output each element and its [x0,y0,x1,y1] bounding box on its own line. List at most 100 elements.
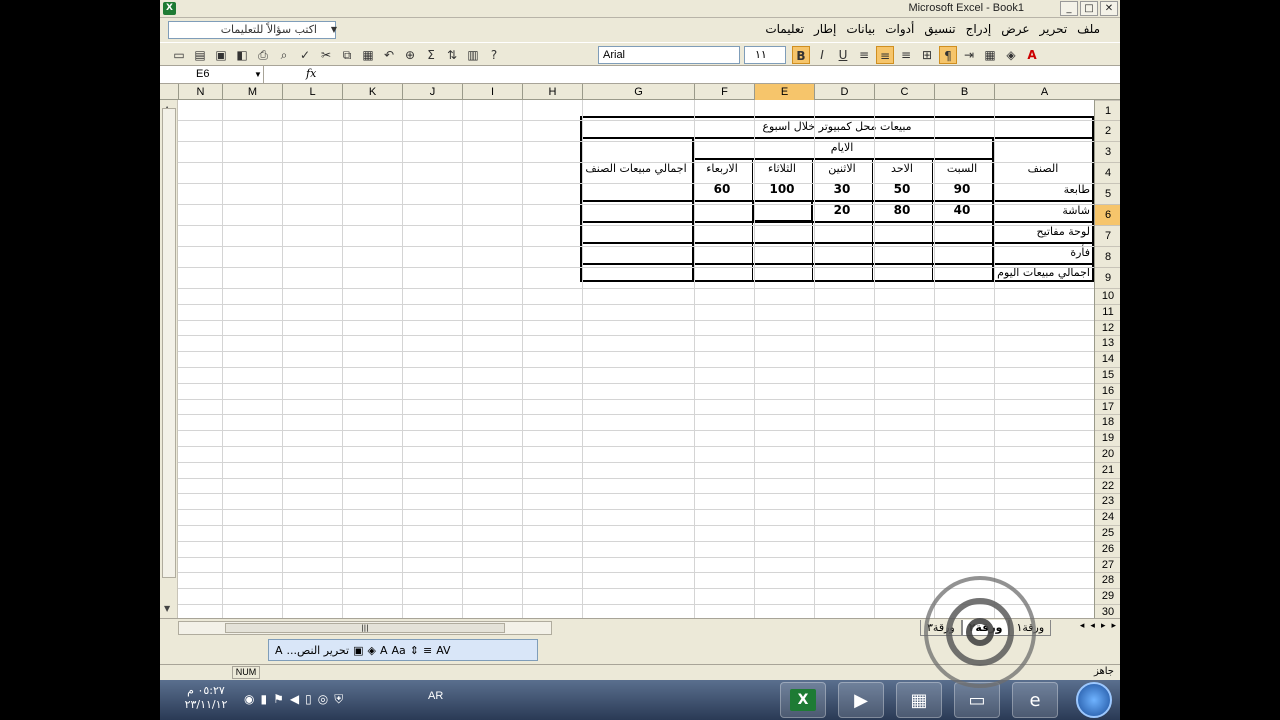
edit-text-button[interactable]: تحرير النص... [287,644,350,657]
column-header-l[interactable]: L [282,84,342,100]
tray-flag-icon[interactable]: ⚑ [273,692,284,707]
row-header-1[interactable]: 1 [1095,100,1120,120]
copy-icon[interactable]: ⧉ [338,46,356,64]
new-file-icon[interactable]: ▭ [170,46,188,64]
taskbar-video[interactable]: ▦ [896,682,942,718]
menu-format[interactable]: تنسيق [924,22,955,36]
row-header-21[interactable]: 21 [1095,461,1120,478]
sort-icon[interactable]: ⇅ [443,46,461,64]
permission-icon[interactable]: ◧ [233,46,251,64]
column-header-m[interactable]: M [222,84,282,100]
italic-button[interactable]: I [813,46,831,64]
row-header-15[interactable]: 15 [1095,367,1120,383]
language-indicator[interactable]: AR [428,690,443,702]
row-header-16[interactable]: 16 [1095,382,1120,399]
row-header-14[interactable]: 14 [1095,351,1120,367]
row-header-9[interactable]: 9 [1095,267,1120,288]
volume-icon[interactable]: ◀ [290,692,299,707]
column-header-d[interactable]: D [814,84,874,100]
row-header-28[interactable]: 28 [1095,572,1120,588]
row-header-20[interactable]: 20 [1095,446,1120,462]
bold-button[interactable]: B [792,46,810,64]
row-header-25[interactable]: 25 [1095,525,1120,541]
help-icon[interactable]: ? [485,46,503,64]
chevron-down-icon[interactable]: ▼ [254,66,262,83]
first-sheet-icon[interactable]: ◂ [1080,621,1085,631]
column-header-g[interactable]: G [582,84,694,100]
column-header-a[interactable]: A [994,84,1094,100]
last-sheet-icon[interactable]: ▸ [1111,621,1116,631]
menu-window[interactable]: إطار [814,22,836,36]
align-center-icon[interactable]: ≡ [876,46,894,64]
menu-file[interactable]: ملف [1077,22,1100,36]
alignment-icon[interactable]: ≡ [423,644,432,657]
align-left-icon[interactable]: ≡ [855,46,873,64]
row-header-2[interactable]: 2 [1095,120,1120,141]
vertical-text-icon[interactable]: ⇕ [410,644,419,657]
rtl-direction-icon[interactable]: ¶ [939,46,957,64]
close-button[interactable]: ✕ [1100,1,1118,16]
hyperlink-icon[interactable]: ⊕ [401,46,419,64]
row-header-30[interactable]: 30 [1095,604,1120,618]
column-header-k[interactable]: K [342,84,402,100]
taskbar-excel[interactable]: X [780,682,826,718]
row-header-12[interactable]: 12 [1095,319,1120,336]
scroll-thumb[interactable] [162,108,176,578]
row-header-24[interactable]: 24 [1095,509,1120,525]
row-header-18[interactable]: 18 [1095,414,1120,430]
column-header-h[interactable]: H [522,84,582,100]
worksheet-grid[interactable]: مبيعات محل كمبيوتر خلال اسبوع الايام الصنف… [178,100,1094,618]
row-header-23[interactable]: 23 [1095,493,1120,509]
column-header-n[interactable]: N [178,84,222,100]
tray-app-icon[interactable]: ◉ [244,692,254,707]
menu-insert[interactable]: إدراج [966,22,992,36]
insert-function-icon[interactable]: fx [306,67,316,80]
hscroll-thumb[interactable]: ||| [225,623,505,633]
horizontal-scrollbar[interactable]: ||| [178,621,552,635]
maximize-button[interactable]: □ [1080,1,1098,16]
minimize-button[interactable]: _ [1060,1,1078,16]
ask-question-box[interactable]: اكتب سؤالاً للتعليمات ▼ [168,21,337,39]
taskbar-clock[interactable]: ٠٥:٢٧ م ٢٣/١١/١٢ [182,684,230,712]
column-header-b[interactable]: B [934,84,994,100]
row-header-3[interactable]: 3 [1095,141,1120,162]
row-header-27[interactable]: 27 [1095,556,1120,573]
open-folder-icon[interactable]: ▤ [191,46,209,64]
print-preview-icon[interactable]: ⌕ [275,46,293,64]
same-height-icon[interactable]: Aa [392,644,406,657]
taskbar-ie[interactable]: e [1012,682,1058,718]
menu-help[interactable]: تعليمات [765,22,804,36]
tray-shield-icon[interactable]: ⛨ [334,692,343,707]
daily-total-label[interactable]: اجمالي مبيعات اليوم [992,263,1094,282]
row-header-17[interactable]: 17 [1095,398,1120,415]
next-sheet-icon[interactable]: ▸ [1101,621,1106,631]
undo-icon[interactable]: ↶ [380,46,398,64]
print-icon[interactable]: ⎙ [254,46,272,64]
power-icon[interactable]: ▯ [305,692,312,707]
char-spacing-icon[interactable]: AV [436,644,450,657]
column-header-f[interactable]: F [694,84,754,100]
row-header-8[interactable]: 8 [1095,246,1120,267]
vertical-scrollbar[interactable]: ▲ ▼ [160,84,178,618]
spelling-icon[interactable]: ✓ [296,46,314,64]
taskbar-media[interactable]: ▶ [838,682,884,718]
save-icon[interactable]: ▣ [212,46,230,64]
autosum-icon[interactable]: Σ [422,46,440,64]
merge-center-icon[interactable]: ⊞ [918,46,936,64]
menu-view[interactable]: عرض [1001,22,1029,36]
row-header-10[interactable]: 10 [1095,288,1120,304]
row-header-29[interactable]: 29 [1095,588,1120,604]
column-header-e[interactable]: E [754,84,814,100]
menu-edit[interactable]: تحرير [1040,22,1068,36]
scroll-down-icon[interactable]: ▼ [164,604,170,613]
row-header-4[interactable]: 4 [1095,162,1120,183]
chart-wizard-icon[interactable]: ▥ [464,46,482,64]
fill-color-icon[interactable]: ◈ [1002,46,1020,64]
column-header-c[interactable]: C [874,84,934,100]
start-button[interactable] [1076,682,1112,718]
font-color-button[interactable]: A [1023,46,1041,64]
borders-icon[interactable]: ▦ [981,46,999,64]
name-box[interactable]: E6 ▼ [160,66,264,83]
font-size-box[interactable]: ١١ [744,46,786,64]
column-header-j[interactable]: J [402,84,462,100]
